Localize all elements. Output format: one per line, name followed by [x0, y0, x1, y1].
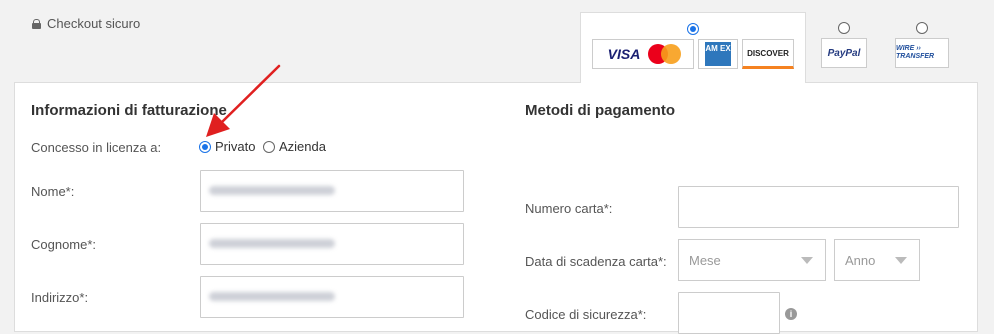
redacted-value	[209, 239, 335, 248]
card-logos: VISA AM EX DISCOVER	[592, 39, 794, 69]
card-number-input[interactable]	[678, 186, 959, 228]
payment-tab-wire[interactable]: WIRE ›› TRANSFER	[892, 12, 952, 82]
private-label: Privato	[215, 139, 256, 154]
expiry-month-select[interactable]: Mese	[678, 239, 826, 281]
company-label: Azienda	[279, 139, 326, 154]
company-radio[interactable]	[263, 140, 275, 153]
checkout-panel: Informazioni di fatturazione Concesso in…	[14, 82, 978, 334]
last-name-input[interactable]	[200, 223, 464, 265]
card-number-label: Numero carta*:	[525, 201, 613, 216]
chevron-down-icon	[801, 257, 813, 264]
cvv-input[interactable]	[678, 292, 780, 334]
address-label: Indirizzo*:	[31, 290, 89, 305]
last-name-label: Cognome*:	[31, 237, 97, 252]
lock-icon	[32, 18, 41, 29]
billing-title: Informazioni di fatturazione	[31, 102, 227, 119]
amex-logo-text: AM EX	[705, 42, 731, 66]
visa-logo: VISA	[607, 46, 641, 62]
payment-tab-cards[interactable]: VISA AM EX DISCOVER	[580, 12, 806, 83]
month-placeholder: Mese	[689, 253, 721, 268]
secure-checkout-label: Checkout sicuro	[32, 16, 140, 31]
option-company[interactable]: Azienda	[263, 139, 326, 154]
paypal-logo: PayPal	[821, 38, 867, 68]
licensed-to-label: Concesso in licenza a:	[31, 140, 162, 155]
first-name-input[interactable]	[200, 170, 464, 212]
chevron-down-icon	[895, 257, 907, 264]
private-radio[interactable]	[199, 140, 211, 153]
wire-transfer-logo: WIRE ›› TRANSFER	[895, 38, 949, 68]
mastercard-logo	[648, 44, 682, 64]
redacted-value	[209, 292, 335, 301]
wire-radio[interactable]	[916, 22, 928, 34]
address-input[interactable]	[200, 276, 464, 318]
redacted-value	[209, 186, 335, 195]
info-icon[interactable]: i	[785, 308, 797, 320]
expiry-year-select[interactable]: Anno	[834, 239, 920, 281]
amex-logo: AM EX	[698, 39, 738, 69]
secure-checkout-text: Checkout sicuro	[47, 16, 141, 31]
payment-title: Metodi di pagamento	[525, 102, 675, 119]
option-private[interactable]: Privato	[199, 139, 255, 154]
paypal-radio[interactable]	[838, 22, 850, 34]
expiry-label: Data di scadenza carta*:	[525, 254, 667, 269]
cards-radio[interactable]	[687, 23, 699, 35]
year-placeholder: Anno	[845, 253, 876, 268]
first-name-label: Nome*:	[31, 184, 75, 199]
visa-mastercard-logo: VISA	[592, 39, 694, 69]
discover-logo: DISCOVER	[742, 39, 794, 69]
payment-tab-paypal[interactable]: PayPal	[814, 12, 874, 82]
